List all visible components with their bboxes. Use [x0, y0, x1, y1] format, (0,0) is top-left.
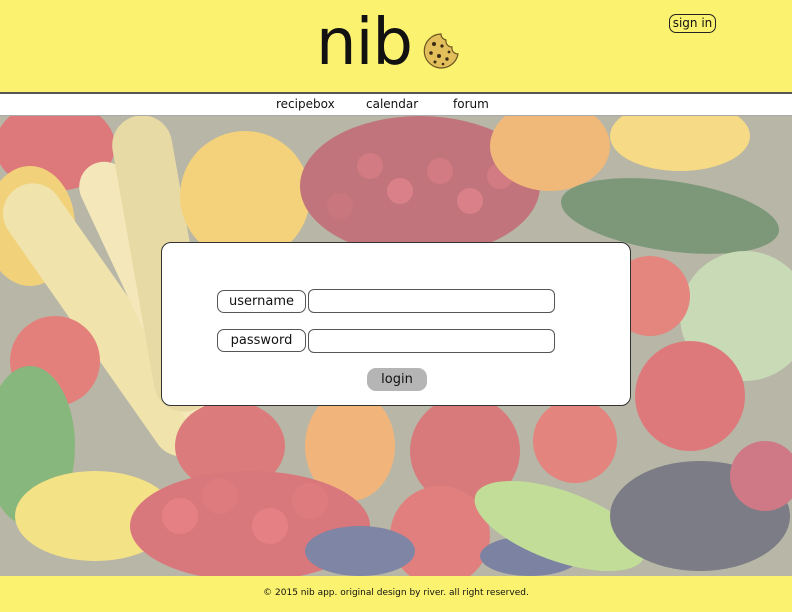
logo-text: nib — [316, 6, 413, 80]
header-bar: nib sign in — [0, 0, 792, 92]
cookie-icon — [423, 33, 459, 69]
login-card: username password login — [161, 242, 631, 406]
nav-item-calendar[interactable]: calendar — [366, 97, 418, 111]
logo[interactable]: nib — [316, 8, 460, 78]
footer: © 2015 nib app. original design by river… — [0, 576, 792, 612]
nav-item-recipebox[interactable]: recipebox — [276, 97, 335, 111]
password-label: password — [217, 329, 306, 352]
copyright-text: © 2015 nib app. original design by river… — [263, 588, 529, 598]
username-input[interactable] — [308, 289, 555, 313]
username-label: username — [217, 290, 306, 313]
sign-in-button[interactable]: sign in — [669, 14, 716, 33]
nav-bar: recipebox calendar forum — [0, 92, 792, 116]
nav-item-forum[interactable]: forum — [453, 97, 489, 111]
login-button[interactable]: login — [367, 368, 427, 391]
password-input[interactable] — [308, 329, 555, 353]
